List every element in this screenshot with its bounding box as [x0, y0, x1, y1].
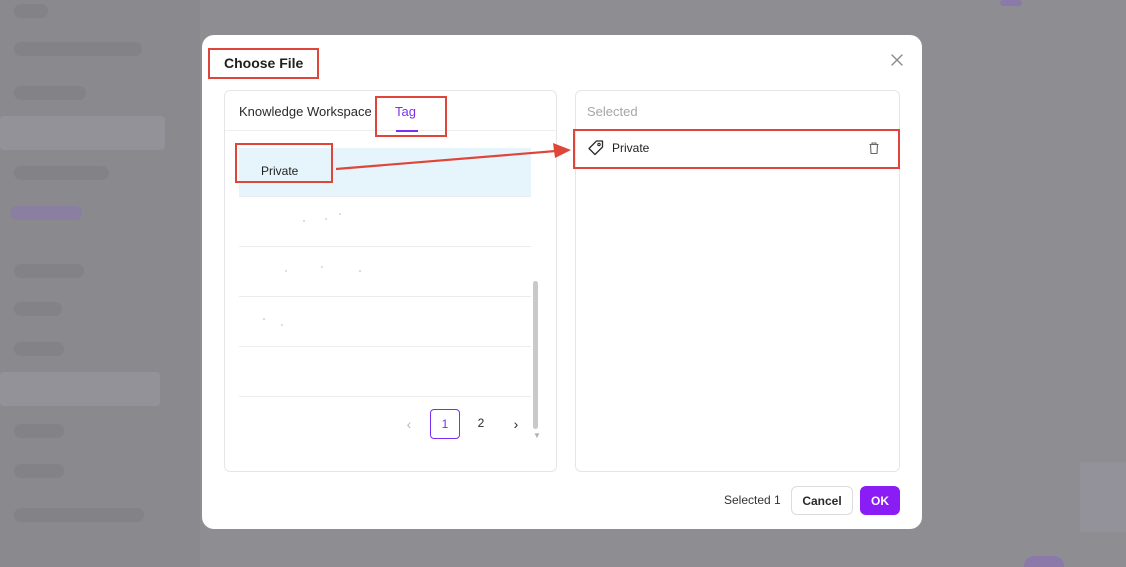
background-sidebar-accent [10, 206, 82, 220]
selected-panel: Selected Private [575, 90, 900, 472]
background-sidebar-line [14, 302, 62, 316]
background-sidebar-highlight [0, 116, 165, 150]
scroll-down-icon[interactable]: ▼ [533, 431, 541, 440]
faint-mark [359, 270, 361, 272]
list-scrollbar[interactable] [533, 281, 538, 429]
background-sidebar-line [14, 264, 84, 278]
close-button[interactable] [888, 51, 906, 69]
ok-button[interactable]: OK [860, 486, 900, 515]
tag-list-item[interactable] [239, 298, 531, 347]
faint-mark [339, 213, 341, 215]
pagination-page-2[interactable]: 2 [466, 409, 496, 439]
background-sidebar-line [14, 166, 109, 180]
dialog-title: Choose File [224, 55, 304, 71]
background-sidebar-line [14, 508, 144, 522]
background-bubble [1024, 556, 1064, 567]
faint-mark [303, 220, 305, 222]
cancel-button[interactable]: Cancel [791, 486, 853, 515]
background-sidebar-line [14, 86, 86, 100]
tag-list-item[interactable] [239, 198, 531, 247]
faint-mark [285, 270, 287, 272]
tab-bar: Knowledge Workspace Tag [225, 91, 556, 132]
tag-icon [588, 140, 604, 156]
background-sidebar-line [14, 42, 142, 56]
faint-mark [325, 218, 327, 220]
pagination-next-button[interactable]: › [502, 409, 530, 439]
tag-list-item-label: Private [261, 164, 299, 178]
faint-mark [321, 266, 323, 268]
faint-mark [263, 318, 265, 320]
background-sidebar-line [14, 424, 64, 438]
background-sidebar [0, 0, 200, 567]
faint-mark [281, 324, 283, 326]
background-sidebar-line [14, 342, 64, 356]
selected-item-label: Private [612, 141, 650, 155]
active-tab-indicator [396, 130, 418, 132]
pagination-page-1[interactable]: 1 [430, 409, 460, 439]
selected-count: Selected 1 [724, 493, 781, 507]
trash-icon[interactable] [867, 141, 881, 155]
background-sidebar-line [14, 464, 64, 478]
choose-file-dialog: Choose File Knowledge Workspace Tag Priv… [202, 35, 922, 529]
selected-panel-header: Selected [587, 104, 638, 119]
tag-list-item[interactable] [239, 248, 531, 297]
source-panel: Knowledge Workspace Tag Private ▼ ‹ 1 2 … [224, 90, 557, 472]
background-sidebar-highlight [0, 372, 160, 406]
selected-item: Private [586, 136, 891, 164]
chevron-right-icon: › [513, 416, 519, 432]
close-icon [891, 54, 903, 66]
tag-list-item[interactable]: Private [239, 148, 531, 197]
background-sidebar-line [14, 4, 48, 18]
tab-tag[interactable]: Tag [395, 104, 416, 119]
tab-knowledge-workspace[interactable]: Knowledge Workspace [239, 104, 372, 119]
tag-list-item[interactable] [239, 348, 531, 397]
pagination-prev-button[interactable]: ‹ [395, 409, 423, 439]
background-accent-strip [1000, 0, 1022, 6]
chevron-left-icon: ‹ [406, 416, 412, 432]
background-panel [1080, 462, 1126, 532]
